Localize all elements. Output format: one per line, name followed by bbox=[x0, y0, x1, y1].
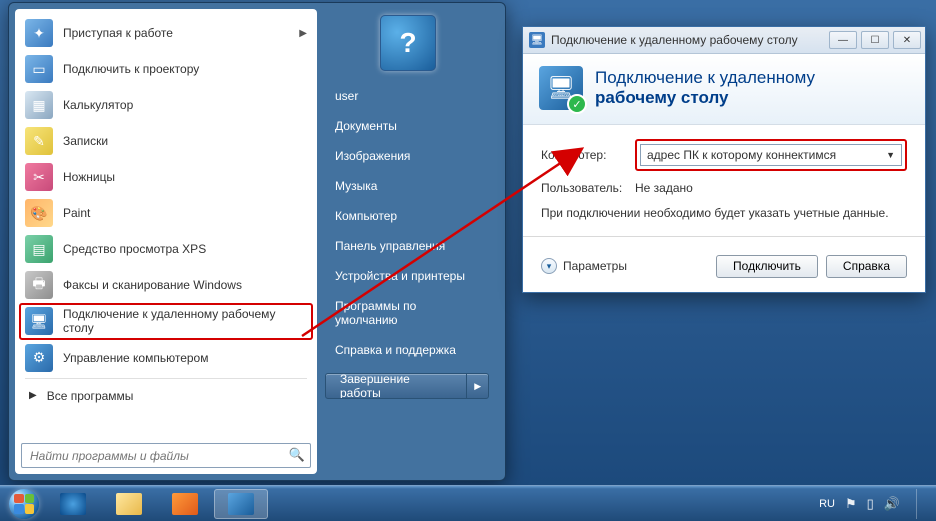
system-tray: RU ⚑ ▯ 🔊 bbox=[819, 489, 930, 519]
user-value: Не задано bbox=[635, 181, 693, 195]
program-computer-mgmt[interactable]: ⚙ Управление компьютером bbox=[19, 340, 313, 376]
program-label: Подключить к проектору bbox=[63, 62, 307, 76]
remote-desktop-icon: 🖥 bbox=[25, 307, 53, 335]
right-link-control-panel[interactable]: Панель управления bbox=[325, 231, 491, 261]
ie-icon bbox=[60, 493, 86, 515]
projector-icon: ▭ bbox=[25, 55, 53, 83]
program-label: Факсы и сканирование Windows bbox=[63, 278, 307, 292]
calculator-icon: ▦ bbox=[25, 91, 53, 119]
network-icon[interactable]: ▯ bbox=[867, 496, 874, 512]
computer-field-highlight: адрес ПК к которому коннектимся ▼ bbox=[635, 139, 907, 171]
taskbar-item-ie[interactable] bbox=[46, 489, 100, 519]
user-label: Пользователь: bbox=[541, 181, 625, 195]
program-remote-desktop[interactable]: 🖥 Подключение к удаленному рабочему стол… bbox=[19, 303, 313, 340]
close-button[interactable]: ✕ bbox=[893, 31, 921, 49]
search-input[interactable] bbox=[21, 443, 311, 468]
dialog-header: 🖥 Подключение к удаленному рабочему стол… bbox=[523, 54, 925, 125]
all-programs[interactable]: ▶ Все программы bbox=[19, 381, 313, 411]
program-label: Управление компьютером bbox=[63, 351, 307, 365]
chevron-down-icon: ▾ bbox=[541, 258, 557, 274]
program-xps-viewer[interactable]: ▤ Средство просмотра XPS bbox=[19, 231, 313, 267]
taskbar-item-rdp[interactable] bbox=[214, 489, 268, 519]
separator bbox=[523, 236, 925, 237]
search-wrap: 🔍 bbox=[19, 439, 313, 470]
right-link-devices[interactable]: Устройства и принтеры bbox=[325, 261, 491, 291]
program-calculator[interactable]: ▦ Калькулятор bbox=[19, 87, 313, 123]
submenu-chevron-icon bbox=[299, 28, 307, 39]
help-avatar-icon[interactable]: ? bbox=[380, 15, 436, 71]
program-label: Записки bbox=[63, 134, 307, 148]
program-snipping-tool[interactable]: ✂ Ножницы bbox=[19, 159, 313, 195]
fax-icon: 🖶 bbox=[25, 271, 53, 299]
program-label: Paint bbox=[63, 206, 307, 220]
remote-desktop-icon: 🖥 bbox=[529, 32, 545, 48]
chevron-right-icon: ▶ bbox=[29, 390, 37, 401]
sticky-notes-icon: ✎ bbox=[25, 127, 53, 155]
right-link-music[interactable]: Музыка bbox=[325, 171, 491, 201]
options-label: Параметры bbox=[563, 259, 627, 273]
shutdown-button[interactable]: Завершение работы bbox=[326, 374, 466, 398]
credentials-note: При подключении необходимо будет указать… bbox=[541, 205, 907, 222]
scissors-icon: ✂ bbox=[25, 163, 53, 191]
program-sticky-notes[interactable]: ✎ Записки bbox=[19, 123, 313, 159]
computer-mgmt-icon: ⚙ bbox=[25, 344, 53, 372]
taskbar-item-wmp[interactable] bbox=[158, 489, 212, 519]
right-link-help[interactable]: Справка и поддержка bbox=[325, 335, 491, 365]
start-menu: ✦ Приступая к работе ▭ Подключить к прое… bbox=[8, 2, 506, 481]
language-indicator[interactable]: RU bbox=[819, 498, 835, 510]
dialog-title: Подключение к удаленному рабочему столу bbox=[551, 33, 798, 47]
start-menu-programs-pane: ✦ Приступая к работе ▭ Подключить к прое… bbox=[15, 9, 317, 474]
maximize-button[interactable]: ☐ bbox=[861, 31, 889, 49]
right-link-documents[interactable]: Документы bbox=[325, 111, 491, 141]
shutdown-options-chevron-icon[interactable]: ▶ bbox=[466, 374, 488, 398]
program-getting-started[interactable]: ✦ Приступая к работе bbox=[19, 15, 313, 51]
start-menu-right-pane: ? user Документы Изображения Музыка Комп… bbox=[317, 9, 499, 474]
connect-button[interactable]: Подключить bbox=[716, 255, 818, 278]
taskbar: RU ⚑ ▯ 🔊 bbox=[0, 485, 936, 521]
dialog-header-text: Подключение к удаленному рабочему столу bbox=[595, 68, 815, 109]
computer-value: адрес ПК к которому коннектимся bbox=[647, 148, 836, 162]
media-player-icon bbox=[172, 493, 198, 515]
explorer-icon bbox=[116, 493, 142, 515]
help-button[interactable]: Справка bbox=[826, 255, 907, 278]
all-programs-label: Все программы bbox=[47, 389, 134, 403]
program-projector[interactable]: ▭ Подключить к проектору bbox=[19, 51, 313, 87]
search-icon: 🔍 bbox=[289, 447, 305, 463]
chevron-down-icon: ▼ bbox=[886, 150, 895, 160]
program-label: Ножницы bbox=[63, 170, 307, 184]
right-link-pictures[interactable]: Изображения bbox=[325, 141, 491, 171]
computer-label: Компьютер: bbox=[541, 148, 625, 162]
remote-desktop-icon bbox=[228, 493, 254, 515]
computer-combobox[interactable]: адрес ПК к которому коннектимся ▼ bbox=[640, 144, 902, 166]
getting-started-icon: ✦ bbox=[25, 19, 53, 47]
dialog-titlebar[interactable]: 🖥 Подключение к удаленному рабочему стол… bbox=[523, 27, 925, 54]
paint-icon: 🎨 bbox=[25, 199, 53, 227]
program-label: Калькулятор bbox=[63, 98, 307, 112]
minimize-button[interactable]: — bbox=[829, 31, 857, 49]
right-link-default-programs[interactable]: Программы по умолчанию bbox=[325, 291, 491, 335]
program-label: Подключение к удаленному рабочему столу bbox=[63, 307, 307, 336]
remote-desktop-large-icon: 🖥 bbox=[539, 66, 583, 110]
options-expander[interactable]: ▾ Параметры bbox=[541, 258, 627, 274]
volume-icon[interactable]: 🔊 bbox=[884, 496, 900, 512]
program-label: Приступая к работе bbox=[63, 26, 289, 40]
program-fax-scan[interactable]: 🖶 Факсы и сканирование Windows bbox=[19, 267, 313, 303]
remote-desktop-dialog: 🖥 Подключение к удаленному рабочему стол… bbox=[522, 26, 926, 293]
right-link-user[interactable]: user bbox=[325, 81, 491, 111]
right-link-computer[interactable]: Компьютер bbox=[325, 201, 491, 231]
taskbar-item-explorer[interactable] bbox=[102, 489, 156, 519]
separator bbox=[25, 378, 307, 379]
show-desktop-button[interactable] bbox=[916, 489, 926, 519]
program-label: Средство просмотра XPS bbox=[63, 242, 307, 256]
start-button[interactable] bbox=[4, 488, 44, 520]
xps-icon: ▤ bbox=[25, 235, 53, 263]
program-paint[interactable]: 🎨 Paint bbox=[19, 195, 313, 231]
shutdown-split-button: Завершение работы ▶ bbox=[325, 373, 489, 399]
action-center-icon[interactable]: ⚑ bbox=[845, 496, 857, 512]
